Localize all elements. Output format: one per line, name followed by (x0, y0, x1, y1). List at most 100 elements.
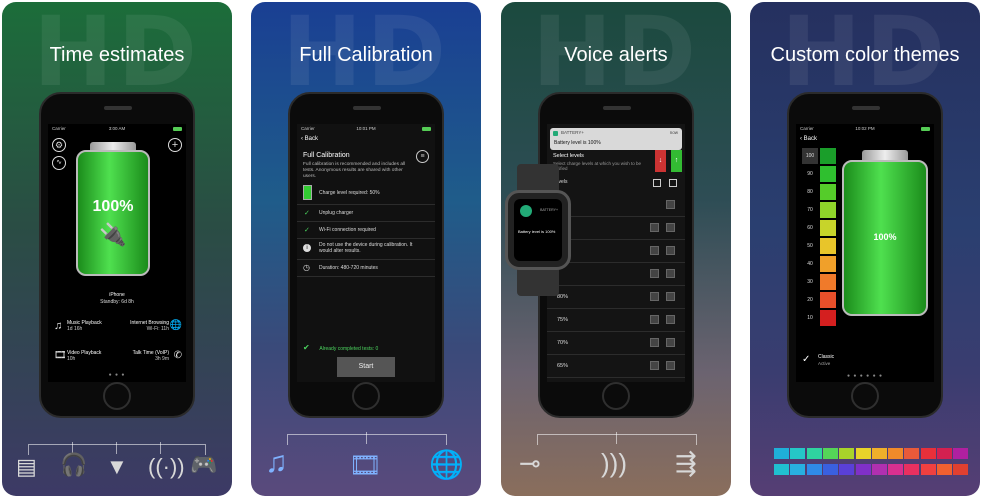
checkbox[interactable] (653, 179, 661, 187)
color-swatch[interactable] (920, 464, 936, 475)
toggle-icon[interactable] (666, 269, 675, 278)
color-block[interactable] (820, 274, 836, 290)
headphones-icon: 🎧 (60, 452, 88, 477)
check-icon: ✓ (802, 354, 811, 365)
scale-row: 100 (802, 148, 838, 166)
color-swatch[interactable] (839, 464, 855, 475)
scale-label: 70 (807, 207, 813, 213)
color-block[interactable] (820, 256, 836, 272)
watch-screen: BATTERY+ Battery level is 100% (514, 199, 562, 261)
settings-gear-icon[interactable]: ⚙ (52, 138, 66, 152)
scale-row: 90 (802, 166, 838, 184)
level-row: 75% (547, 309, 685, 332)
scale-label: 90 (807, 171, 813, 177)
color-swatch[interactable] (822, 464, 838, 475)
green-arrow-button[interactable]: ↑ (671, 150, 682, 172)
color-swatch[interactable] (920, 448, 936, 459)
color-swatch[interactable] (790, 448, 806, 459)
color-swatch[interactable] (937, 464, 952, 475)
toggle-icon[interactable] (666, 292, 675, 301)
color-swatch[interactable] (953, 464, 969, 475)
color-swatch[interactable] (953, 448, 969, 459)
theme-selector[interactable]: ✓ Classic Active (802, 354, 834, 366)
color-block[interactable] (820, 220, 836, 236)
color-swatch[interactable] (937, 448, 952, 459)
toggle-icon[interactable] (650, 315, 659, 324)
watch-mockup: BATTERY+ Battery level is 100% (505, 164, 571, 296)
color-swatch[interactable] (904, 448, 920, 459)
back-button[interactable]: ‹ Back (800, 136, 817, 142)
phone-screen: Carrier 10:02 PM ‹ Back 100 90 80 70 60 … (796, 124, 934, 382)
color-swatch[interactable] (774, 448, 789, 459)
screenshot-panel-color-themes: HD Custom color themes Carrier 10:02 PM … (750, 2, 980, 496)
watch-face: BATTERY+ Battery level is 100% (505, 190, 571, 270)
toggle-icon[interactable] (666, 246, 675, 255)
color-swatch[interactable] (806, 464, 822, 475)
level-label: 75% (557, 317, 569, 323)
toggle-icon[interactable] (666, 315, 675, 324)
chart-icon[interactable]: ∿ (52, 156, 66, 170)
toggle-icon[interactable] (650, 292, 659, 301)
palette-row-top (774, 448, 969, 461)
scale-row: 60 (802, 220, 838, 238)
color-swatch[interactable] (855, 464, 871, 475)
menu-icon[interactable]: ≡ (416, 150, 429, 163)
color-swatch[interactable] (871, 464, 887, 475)
toggle-icon[interactable] (650, 361, 659, 370)
color-swatch[interactable] (806, 448, 822, 459)
page-dots: ● ● ● (108, 372, 126, 378)
connector-stem (116, 442, 117, 454)
color-swatch[interactable] (822, 448, 838, 459)
color-block[interactable] (820, 166, 836, 182)
toggle-icon[interactable] (650, 246, 659, 255)
toggle-icon[interactable] (650, 338, 659, 347)
color-block[interactable] (820, 292, 836, 308)
battery-status-icon (173, 127, 182, 131)
device-name: iPhone (109, 292, 125, 298)
color-swatch[interactable] (871, 448, 887, 459)
color-swatch[interactable] (888, 448, 904, 459)
toggle-icon[interactable] (650, 269, 659, 278)
color-swatch[interactable] (855, 448, 871, 459)
estimate-music: ♫ Music Playback 1d 16h (54, 320, 118, 332)
scale-row: 20 (802, 292, 838, 310)
clock-label: 10:02 PM (855, 126, 875, 131)
level-label: 70% (557, 340, 569, 346)
toggle-icon[interactable] (666, 200, 675, 209)
color-block[interactable] (820, 238, 836, 254)
check-icon: ✓ (304, 210, 310, 217)
scale-row: 50 (802, 238, 838, 256)
info-icon: i (303, 244, 311, 252)
theme-state: Active (818, 361, 831, 366)
toggle-icon[interactable] (650, 223, 659, 232)
start-button[interactable]: Start (337, 357, 395, 377)
toggle-icon[interactable] (666, 338, 675, 347)
toggle-icon[interactable] (666, 223, 675, 232)
color-block[interactable] (820, 148, 836, 164)
color-block[interactable] (820, 310, 836, 326)
feature-icon-row: ⊸ ))) ⇶ (501, 432, 731, 484)
estimate-value: Wi-Fi: 11h (146, 326, 169, 332)
color-swatch[interactable] (888, 464, 904, 475)
color-swatch[interactable] (839, 448, 855, 459)
add-icon[interactable]: + (168, 138, 182, 152)
color-swatch[interactable] (774, 464, 789, 475)
home-button (602, 382, 630, 410)
music-note-icon: ♫ (54, 320, 63, 332)
film-icon: ▤ (16, 454, 37, 479)
checkbox[interactable] (669, 179, 677, 187)
toggle-icon[interactable] (666, 361, 675, 370)
color-swatch[interactable] (904, 464, 920, 475)
back-button[interactable]: ‹ Back (301, 136, 318, 142)
color-block[interactable] (820, 202, 836, 218)
color-swatch[interactable] (790, 464, 806, 475)
scale-label: 30 (807, 279, 813, 285)
red-arrow-button[interactable]: ↓ (655, 150, 666, 172)
notification-banner[interactable]: BATTERY+ now Battery level is 100% (550, 128, 682, 150)
color-block[interactable] (820, 184, 836, 200)
estimate-video: 🎞 Video Playback 10h (54, 350, 118, 362)
notification-time: now (669, 130, 678, 135)
scale-row: 30 (802, 274, 838, 292)
watch-app-name: BATTERY+ (540, 208, 558, 212)
check-icon: ✓ (304, 227, 310, 234)
